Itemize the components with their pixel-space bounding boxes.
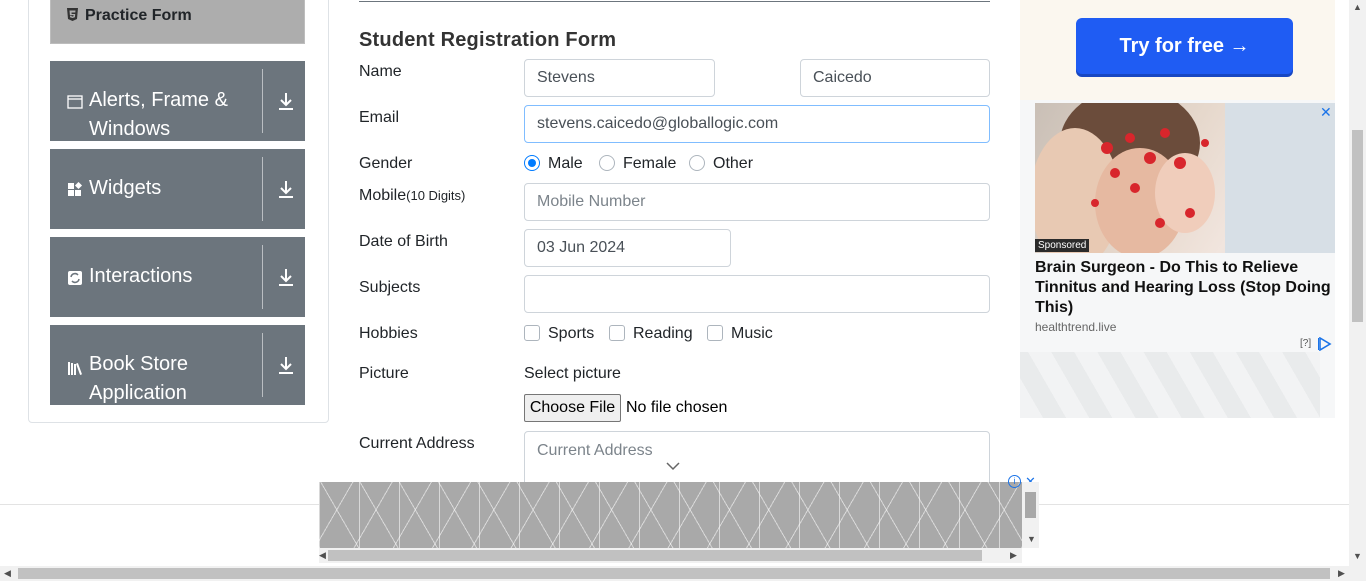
hobby-reading-label[interactable]: Reading [633, 325, 693, 343]
sponsored-badge: Sponsored [1035, 239, 1090, 252]
sidebar-group-alerts[interactable]: Alerts, Frame & Windows [50, 61, 305, 141]
dob-input[interactable]: 03 Jun 2024 [524, 229, 731, 267]
hobby-sports-label[interactable]: Sports [548, 325, 594, 343]
scroll-up-arrow-icon[interactable]: ▲ [1353, 2, 1362, 12]
ad-photo-illustration [1035, 103, 1335, 253]
ad-headline[interactable]: Brain Surgeon - Do This to Relieve Tinni… [1035, 258, 1335, 318]
choose-file-button[interactable]: Choose File [524, 394, 621, 422]
divider [262, 69, 263, 133]
banner-vertical-scroll-thumb[interactable] [1025, 492, 1036, 518]
mobile-input[interactable]: Mobile Number [524, 183, 990, 221]
interactions-icon [68, 271, 82, 285]
download-icon[interactable] [277, 91, 295, 111]
download-icon[interactable] [277, 179, 295, 199]
html5-icon [67, 8, 78, 21]
name-label: Name [359, 63, 402, 80]
group-label-line2: Application [89, 382, 187, 404]
page-horizontal-scroll-thumb[interactable] [18, 568, 1330, 579]
practice-form-label: Practice Form [85, 7, 192, 24]
divider [262, 333, 263, 397]
gender-female-radio[interactable] [599, 155, 615, 171]
first-name-input[interactable]: Stevens [524, 59, 715, 97]
bottom-ad-banner[interactable] [319, 482, 1022, 548]
download-icon[interactable] [277, 355, 295, 375]
divider [262, 245, 263, 309]
subjects-input[interactable] [524, 275, 990, 313]
gender-male-label[interactable]: Male [548, 155, 583, 173]
download-icon[interactable] [277, 267, 295, 287]
sidebar-group-interactions[interactable]: Interactions [50, 237, 305, 317]
sidebar-group-bookstore[interactable]: Book Store Application [50, 325, 305, 405]
page-title: Student Registration Form [359, 29, 617, 51]
mobile-label: Mobile(10 Digits) [359, 187, 465, 205]
address-placeholder: Current Address [537, 442, 653, 459]
try-for-free-button[interactable]: Try for free → [1076, 18, 1293, 74]
email-label: Email [359, 109, 400, 126]
address-label: Current Address [359, 435, 475, 452]
hobby-reading-checkbox[interactable] [609, 325, 625, 341]
ad-domain[interactable]: healthtrend.live [1035, 320, 1116, 334]
sidebar-item-practice-form[interactable]: Practice Form [50, 0, 305, 44]
group-label-line1: Book Store [89, 353, 188, 375]
group-label: Interactions [89, 265, 193, 287]
scroll-right-arrow-icon[interactable]: ▶ [1010, 550, 1017, 561]
group-label-line2: Windows [89, 118, 171, 140]
gender-other-label[interactable]: Other [713, 155, 753, 173]
picture-label: Picture [359, 365, 409, 382]
gender-label: Gender [359, 155, 413, 172]
hobby-music-label[interactable]: Music [731, 325, 773, 343]
scroll-left-arrow-icon[interactable]: ◀ [4, 568, 11, 579]
group-label-line1: Alerts, Frame & [89, 89, 228, 111]
subjects-label: Subjects [359, 279, 421, 296]
scroll-left-arrow-icon[interactable]: ◀ [319, 550, 326, 561]
dob-label: Date of Birth [359, 233, 448, 250]
email-input[interactable]: stevens.caicedo@globallogic.com [524, 105, 990, 143]
hobby-sports-checkbox[interactable] [524, 325, 540, 341]
group-label: Widgets [89, 177, 162, 199]
gender-female-label[interactable]: Female [623, 155, 676, 173]
ad-close-icon[interactable]: ✕ [1320, 104, 1332, 121]
books-icon [68, 362, 82, 375]
scroll-down-arrow-icon[interactable]: ▼ [1027, 534, 1036, 544]
select-picture-label: Select picture [524, 365, 621, 382]
scroll-down-arrow-icon[interactable]: ▼ [1353, 551, 1362, 561]
ad-image[interactable] [1035, 103, 1335, 253]
divider [359, 1, 990, 2]
hobbies-label: Hobbies [359, 325, 418, 342]
last-name-input[interactable]: Caicedo [800, 59, 990, 97]
adchoices-icon[interactable] [1318, 337, 1334, 351]
mobile-placeholder: Mobile Number [537, 193, 646, 210]
banner-horizontal-scroll-thumb[interactable] [328, 550, 982, 561]
ad-help-link[interactable]: [?] [1300, 338, 1311, 349]
ad-pattern [1020, 352, 1320, 418]
gender-other-radio[interactable] [689, 155, 705, 171]
page-vertical-scroll-thumb[interactable] [1352, 130, 1363, 322]
mobile-hint: (10 Digits) [406, 188, 466, 203]
file-status: No file chosen [626, 399, 728, 416]
gender-male-radio[interactable] [524, 155, 540, 171]
chevron-down-icon [666, 462, 680, 471]
scroll-right-arrow-icon[interactable]: ▶ [1338, 568, 1345, 579]
hobby-music-checkbox[interactable] [707, 325, 723, 341]
mobile-label-text: Mobile [359, 187, 407, 204]
widgets-icon [68, 182, 83, 196]
window-icon [67, 95, 83, 109]
divider [262, 157, 263, 221]
sidebar-group-widgets[interactable]: Widgets [50, 149, 305, 229]
ad-info-icon[interactable]: i [1008, 475, 1021, 488]
